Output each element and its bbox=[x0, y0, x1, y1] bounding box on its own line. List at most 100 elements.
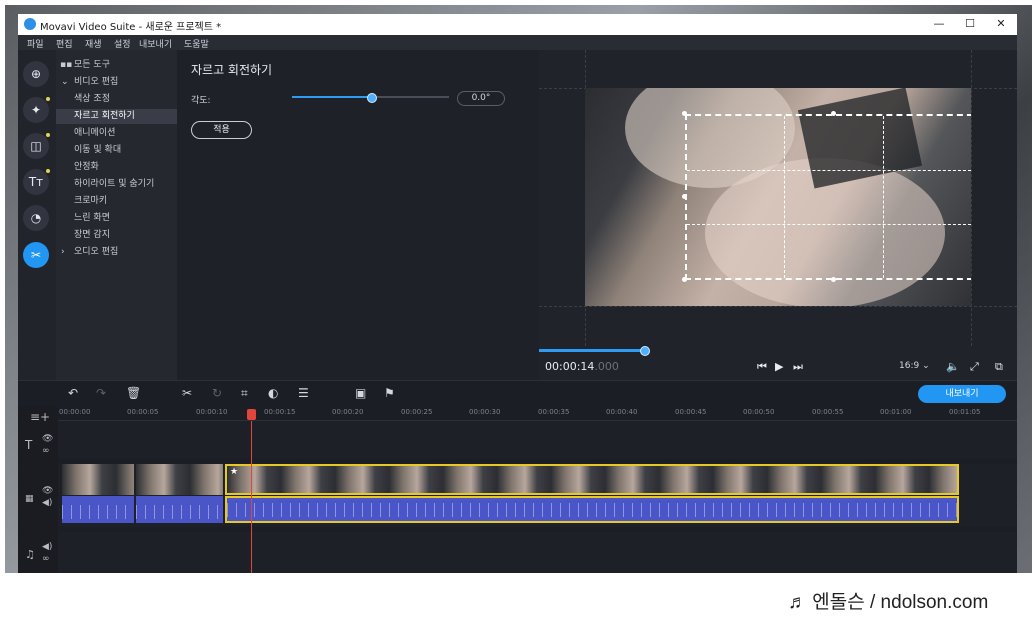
ruler-tick: 00:00:25 bbox=[401, 408, 433, 416]
audio-edit-group[interactable]: › 오디오 편집 bbox=[56, 245, 177, 260]
video-clip[interactable] bbox=[136, 464, 223, 495]
playhead-handle[interactable] bbox=[247, 409, 256, 420]
angle-slider-fill bbox=[292, 96, 371, 98]
play-icon[interactable]: ▶ bbox=[775, 360, 783, 373]
ruler-tick: 00:00:20 bbox=[332, 408, 364, 416]
ruler-tick: 00:00:05 bbox=[127, 408, 159, 416]
fullscreen-icon[interactable]: ⤢ bbox=[970, 360, 979, 374]
ruler-tick: 00:01:05 bbox=[949, 408, 981, 416]
menu-settings[interactable]: 설정 bbox=[114, 37, 131, 50]
guide-line bbox=[971, 50, 972, 346]
tool-item-scene-detect[interactable]: 장면 감지 bbox=[56, 228, 177, 243]
window-title: Movavi Video Suite - 새로운 프로젝트 * bbox=[40, 22, 222, 33]
waveform bbox=[62, 505, 134, 519]
menu-edit[interactable]: 편집 bbox=[56, 37, 73, 50]
redo-icon[interactable]: ↷ bbox=[96, 386, 106, 400]
ruler-tick: 00:00:00 bbox=[59, 408, 91, 416]
video-clip[interactable] bbox=[62, 464, 134, 495]
music-track[interactable] bbox=[58, 532, 1017, 573]
title-bar: Movavi Video Suite - 새로운 프로젝트 * — ☐ ✕ bbox=[18, 14, 1017, 35]
magic-icon[interactable]: ✦ bbox=[23, 97, 50, 123]
tool-item-pan-zoom[interactable]: 이동 및 확대 bbox=[56, 143, 177, 158]
maximize-button[interactable]: ☐ bbox=[958, 16, 982, 32]
audio-clip[interactable] bbox=[136, 496, 223, 523]
import-icon[interactable]: ⊕ bbox=[23, 61, 49, 87]
filters-icon[interactable]: ◫ bbox=[23, 133, 50, 159]
delete-icon[interactable]: 🗑 bbox=[126, 386, 141, 400]
angle-slider-handle[interactable] bbox=[366, 93, 377, 103]
tool-item-highlight[interactable]: 하이라이트 및 숨기기 bbox=[56, 177, 177, 192]
tool-item-stabilize[interactable]: 안정화 bbox=[56, 160, 177, 175]
tools-icon[interactable]: ✂ bbox=[23, 242, 49, 268]
export-button[interactable]: 내보내기 bbox=[918, 385, 1006, 403]
minimize-button[interactable]: — bbox=[927, 16, 951, 32]
audio-clip[interactable] bbox=[62, 496, 134, 523]
crop-handle[interactable] bbox=[682, 277, 687, 282]
menu-play[interactable]: 재생 bbox=[85, 37, 102, 50]
timeline-toolbar: ↶ ↷ 🗑 ✂ ↻ ⌗ ◐ ☰ ▣ ⚑ 내보내기 bbox=[18, 380, 1017, 407]
crop-frame[interactable] bbox=[685, 114, 971, 280]
eye-icon[interactable]: 👁 bbox=[42, 486, 53, 496]
volume-icon[interactable]: 🔈 bbox=[946, 360, 960, 373]
video-track[interactable]: ★ bbox=[58, 464, 1017, 527]
next-frame-icon[interactable]: ⏭ bbox=[793, 360, 803, 374]
stickers-icon[interactable]: ◔ bbox=[23, 205, 49, 231]
ruler-tick: 00:00:10 bbox=[196, 408, 228, 416]
panel-title: 자르고 회전하기 bbox=[191, 63, 273, 77]
link-icon[interactable]: ∞ bbox=[42, 446, 50, 456]
menu-export[interactable]: 내보내기 bbox=[139, 37, 172, 50]
selected-video-clip[interactable]: ★ bbox=[225, 464, 959, 495]
pip-icon[interactable]: ▣ bbox=[355, 386, 366, 400]
color-icon[interactable]: ◐ bbox=[268, 386, 278, 400]
crop-handle[interactable] bbox=[682, 111, 687, 116]
playback-handle[interactable] bbox=[640, 346, 650, 356]
angle-input[interactable]: 0.0° bbox=[457, 91, 505, 106]
eye-icon[interactable]: 👁 bbox=[42, 434, 53, 444]
apply-button[interactable]: 적용 bbox=[191, 121, 252, 139]
menu-bar: 파일 편집 재생 설정 내보내기 도움말 bbox=[18, 35, 1017, 50]
waveform bbox=[227, 503, 957, 517]
angle-slider[interactable] bbox=[292, 93, 449, 103]
video-edit-group[interactable]: ⌄ 비디오 편집 bbox=[56, 75, 177, 90]
popout-icon[interactable]: ⧉ bbox=[995, 360, 1003, 374]
prev-frame-icon[interactable]: ⏮ bbox=[757, 360, 767, 374]
clip-thumbnails bbox=[227, 466, 957, 493]
aspect-ratio-select[interactable]: 16:9 ⌄ bbox=[899, 361, 930, 371]
marker-icon[interactable]: ⚑ bbox=[384, 386, 395, 400]
track-headers: ≡+ T 👁 ∞ ▦ 👁 ◀) ♫ ◀) ∞ bbox=[18, 406, 58, 573]
playback-progress[interactable] bbox=[539, 349, 645, 352]
text-track-icon: T bbox=[25, 438, 33, 452]
time-ruler[interactable]: 00:00:00 00:00:05 00:00:10 00:00:15 00:0… bbox=[58, 406, 1017, 421]
speaker-icon[interactable]: ◀) bbox=[42, 498, 52, 508]
video-frame[interactable] bbox=[585, 88, 971, 306]
selected-audio-clip[interactable] bbox=[225, 496, 959, 523]
tool-item-crop-rotate[interactable]: 자르고 회전하기 bbox=[56, 109, 177, 124]
angle-label: 각도: bbox=[191, 96, 211, 106]
ruler-tick: 00:00:50 bbox=[743, 408, 775, 416]
text-track[interactable] bbox=[58, 421, 1017, 459]
titles-icon[interactable]: Tт bbox=[23, 169, 50, 195]
clip-thumbnails bbox=[136, 464, 223, 495]
crop-grid-line bbox=[883, 116, 884, 278]
playhead[interactable] bbox=[251, 421, 252, 573]
add-track-icon[interactable]: ≡+ bbox=[30, 410, 50, 424]
tool-item-slow-motion[interactable]: 느린 화면 bbox=[56, 211, 177, 226]
tool-item-animation[interactable]: 애니메이션 bbox=[56, 126, 177, 141]
close-button[interactable]: ✕ bbox=[989, 16, 1013, 32]
undo-icon[interactable]: ↶ bbox=[68, 386, 78, 400]
crop-handle[interactable] bbox=[831, 111, 836, 116]
chevron-right-icon: › bbox=[61, 247, 65, 257]
crop-icon[interactable]: ⌗ bbox=[241, 386, 248, 401]
rotate-icon[interactable]: ↻ bbox=[212, 386, 222, 400]
all-tools-item[interactable]: ▪▪ 모든 도구 bbox=[56, 58, 177, 73]
crop-handle[interactable] bbox=[682, 194, 687, 199]
tool-item-chromakey[interactable]: 크로마키 bbox=[56, 194, 177, 209]
menu-help[interactable]: 도움말 bbox=[184, 37, 209, 50]
cut-icon[interactable]: ✂ bbox=[182, 386, 192, 400]
tool-item-color[interactable]: 색상 조정 bbox=[56, 92, 177, 107]
menu-file[interactable]: 파일 bbox=[27, 37, 44, 50]
crop-handle[interactable] bbox=[831, 277, 836, 282]
speaker-icon[interactable]: ◀) bbox=[42, 542, 52, 552]
adjust-icon[interactable]: ☰ bbox=[298, 386, 309, 400]
link-icon[interactable]: ∞ bbox=[42, 554, 50, 564]
